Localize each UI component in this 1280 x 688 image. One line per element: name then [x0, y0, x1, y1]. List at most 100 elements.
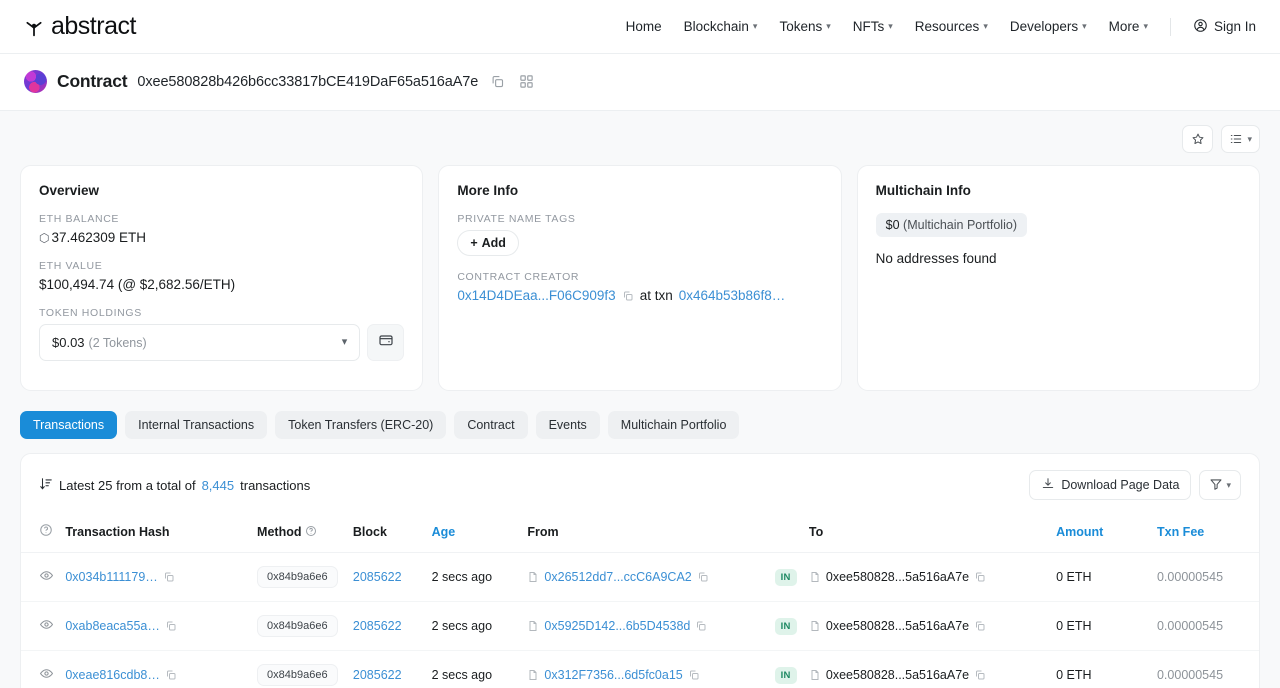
nav-item-resources[interactable]: Resources ▾: [915, 19, 988, 34]
column-header-to: To: [804, 514, 1053, 553]
eye-icon[interactable]: [39, 617, 54, 632]
copy-from-address-button[interactable]: [688, 669, 700, 681]
amount-cell: 0 ETH: [1052, 650, 1153, 688]
overview-card: Overview ETH BALANCE ⬡ 37.462309 ETH ETH …: [20, 165, 424, 391]
download-button-label: Download Page Data: [1061, 478, 1180, 492]
transaction-hash-cell: 0xeae816cdb8…: [61, 650, 254, 688]
to-address-text: 0xee580828...5a516aA7e: [825, 668, 970, 682]
column-header-txn-fee[interactable]: Txn Fee: [1152, 514, 1259, 553]
block-link[interactable]: 2085622: [353, 619, 402, 633]
transaction-hash-link[interactable]: 0x034b111179…: [65, 570, 157, 584]
token-holdings-dropdown[interactable]: $0.03 (2 Tokens) ▾: [39, 324, 361, 361]
tab-token-transfers[interactable]: Token Transfers (ERC-20): [275, 411, 447, 439]
block-cell: 2085622: [348, 601, 428, 651]
from-address-link[interactable]: 0x5925D142...6b5D4538d: [544, 619, 690, 633]
method-chip[interactable]: 0x84b9a6e6: [257, 615, 338, 637]
copy-transaction-hash-button[interactable]: [163, 571, 175, 583]
txn-fee-cell: 0.00000545: [1152, 601, 1259, 651]
copy-transaction-hash-button[interactable]: [165, 620, 177, 632]
summary-suffix: transactions: [240, 477, 311, 493]
nav-item-tokens[interactable]: Tokens ▾: [779, 19, 830, 34]
multichain-portfolio-badge[interactable]: $0 (Multichain Portfolio): [875, 213, 1027, 237]
transaction-hash-link[interactable]: 0xab8eaca55a…: [65, 619, 160, 633]
copy-to-address-button[interactable]: [974, 620, 986, 632]
row-preview-cell: [21, 552, 62, 602]
transaction-hash-link[interactable]: 0xeae816cdb8…: [65, 668, 160, 682]
chevron-down-icon: ▾: [983, 21, 988, 31]
table-row[interactable]: 0xeae816cdb8… 0x84b9a6e6 2085622 2 secs …: [21, 650, 1259, 688]
copy-creator-address-button[interactable]: [622, 290, 634, 302]
table-row[interactable]: 0xab8eaca55a… 0x84b9a6e6 2085622 2 secs …: [21, 601, 1259, 651]
nav-item-home[interactable]: Home: [626, 19, 662, 34]
multichain-card-title: Multichain Info: [875, 183, 971, 198]
from-address-link[interactable]: 0x312F7356...6d5fc0a15: [544, 668, 682, 682]
ethereum-icon: ⬡: [39, 231, 50, 245]
contract-file-icon: [527, 620, 539, 632]
help-circle-icon[interactable]: [39, 524, 53, 540]
column-header-block: Block: [348, 514, 428, 553]
copy-to-address-button[interactable]: [974, 669, 986, 681]
qr-code-button[interactable]: [517, 72, 536, 91]
method-chip[interactable]: 0x84b9a6e6: [257, 566, 338, 588]
copy-from-address-button[interactable]: [695, 620, 707, 632]
block-link[interactable]: 2085622: [353, 570, 402, 584]
to-cell: 0xee580828...5a516aA7e: [804, 650, 1053, 688]
column-header-amount[interactable]: Amount: [1052, 514, 1153, 553]
transactions-summary: Latest 25 from a total of 8,445 transact…: [39, 477, 310, 494]
filter-button[interactable]: ▾: [1199, 470, 1241, 500]
block-cell: 2085622: [348, 552, 428, 602]
contract-file-icon: [809, 620, 821, 632]
nav-item-label: Resources: [914, 19, 980, 34]
from-address-link[interactable]: 0x26512dd7...ccC6A9CA2: [544, 570, 691, 584]
column-header-method: Method: [253, 514, 349, 553]
copy-transaction-hash-button[interactable]: [165, 669, 177, 681]
creation-transaction-link[interactable]: 0x464b53b86f8…: [679, 288, 786, 303]
copy-from-address-button[interactable]: [697, 571, 709, 583]
direction-badge: IN: [774, 568, 797, 586]
favorite-star-button[interactable]: [1182, 125, 1214, 153]
nav-item-nfts[interactable]: NFTs ▾: [853, 19, 893, 34]
direction-cell: IN: [770, 552, 805, 602]
eth-balance-text: 37.462309 ETH: [51, 230, 147, 245]
nav-item-label: Blockchain: [683, 19, 749, 34]
top-navigation-bar: abstract Home Blockchain ▾ Tokens ▾ NFTs…: [0, 0, 1280, 54]
amount-cell: 0 ETH: [1052, 601, 1153, 651]
add-private-name-tag-button[interactable]: + Add: [457, 230, 519, 256]
to-cell: 0xee580828...5a516aA7e: [804, 552, 1053, 602]
nav-item-more[interactable]: More ▾: [1109, 19, 1148, 34]
sign-in-button[interactable]: Sign In: [1193, 18, 1256, 36]
nav-item-label: More: [1108, 19, 1140, 34]
eye-icon[interactable]: [39, 568, 54, 583]
copy-to-address-button[interactable]: [974, 571, 986, 583]
creator-address-link[interactable]: 0x14D4DEaa...F06C909f3: [457, 288, 615, 303]
sign-in-label: Sign In: [1213, 19, 1256, 34]
tab-internal-transactions[interactable]: Internal Transactions: [125, 411, 268, 439]
eye-icon[interactable]: [39, 666, 54, 681]
more-options-list-button[interactable]: ▾: [1221, 125, 1260, 153]
tab-contract[interactable]: Contract: [454, 411, 528, 439]
brand-logo[interactable]: abstract: [24, 12, 136, 41]
eth-value-label: ETH VALUE: [39, 260, 103, 272]
wallet-button[interactable]: [367, 324, 405, 361]
overview-card-title: Overview: [39, 183, 100, 198]
block-link[interactable]: 2085622: [353, 668, 402, 682]
transactions-table: Transaction Hash Method Block Age From T…: [21, 514, 1259, 688]
nav-item-developers[interactable]: Developers ▾: [1010, 19, 1087, 34]
column-header-age[interactable]: Age: [427, 514, 524, 553]
method-chip[interactable]: 0x84b9a6e6: [257, 664, 338, 686]
column-header-direction: [770, 514, 805, 553]
tab-events[interactable]: Events: [535, 411, 600, 439]
tab-multichain-portfolio[interactable]: Multichain Portfolio: [607, 411, 740, 439]
contract-file-icon: [809, 669, 821, 681]
table-row[interactable]: 0x034b111179… 0x84b9a6e6 2085622 2 secs …: [21, 552, 1259, 602]
download-page-data-button[interactable]: Download Page Data: [1029, 470, 1192, 500]
tab-transactions[interactable]: Transactions: [20, 411, 118, 439]
private-name-tags-block: PRIVATE NAME TAGS + Add: [457, 213, 822, 256]
transactions-table-body: 0x034b111179… 0x84b9a6e6 2085622 2 secs …: [21, 552, 1259, 688]
nav-item-blockchain[interactable]: Blockchain ▾: [684, 19, 758, 34]
nav-item-label: Developers: [1009, 19, 1079, 34]
total-transactions-count[interactable]: 8,445: [202, 478, 235, 493]
age-cell: 2 secs ago: [427, 601, 524, 651]
copy-address-button[interactable]: [488, 72, 507, 91]
help-circle-icon[interactable]: [305, 525, 317, 539]
